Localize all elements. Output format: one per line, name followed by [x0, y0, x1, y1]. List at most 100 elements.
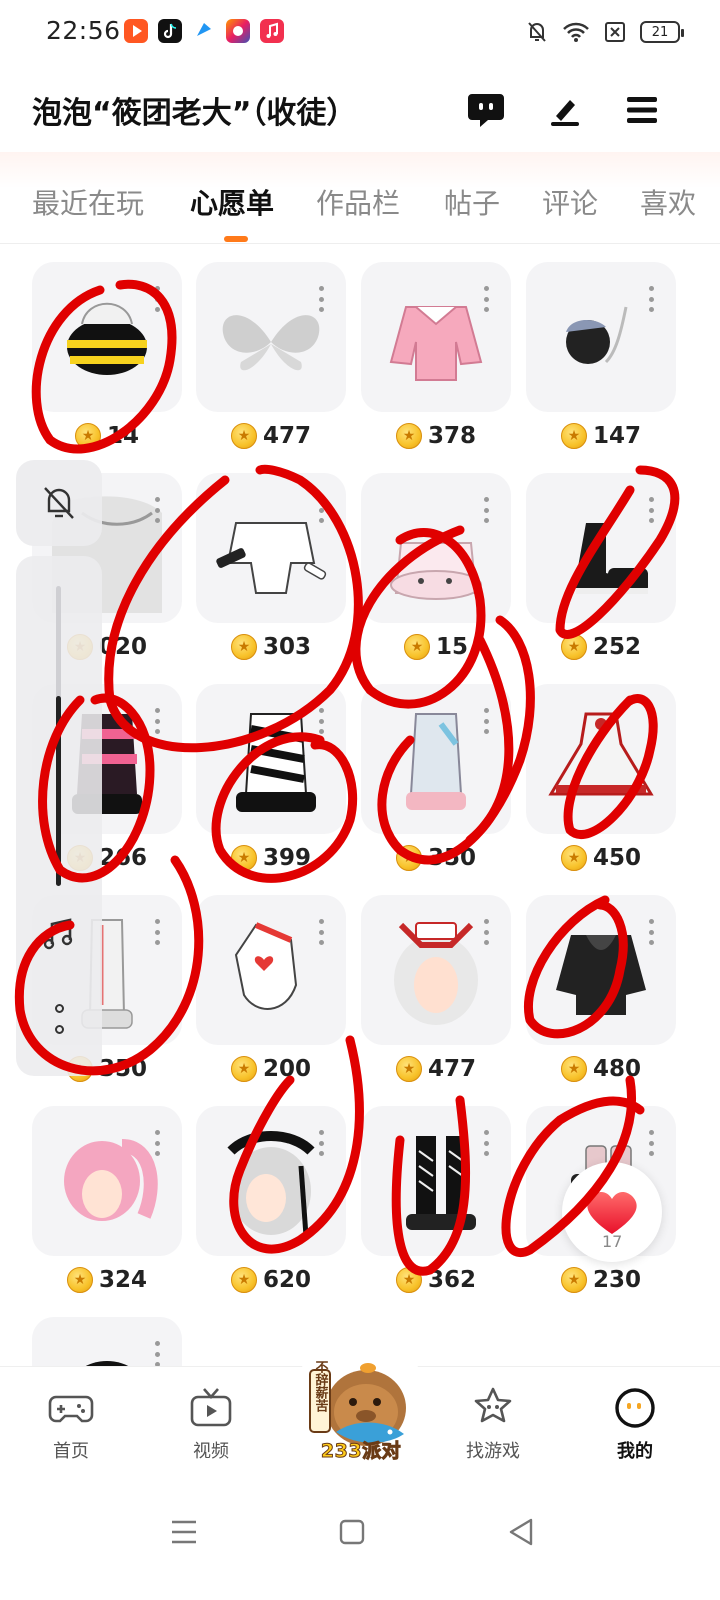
item-more-icon[interactable] — [648, 497, 654, 523]
coin-icon: ★ — [395, 423, 422, 449]
item-more-icon[interactable] — [483, 497, 489, 523]
more-options-icon[interactable] — [54, 1004, 64, 1034]
volume-slider[interactable] — [56, 586, 61, 886]
item-image — [394, 922, 478, 1025]
item-more-icon[interactable] — [154, 286, 160, 312]
wishlist-item-card[interactable] — [32, 262, 182, 412]
chat-button[interactable] — [464, 88, 508, 132]
item-price: ★ 480 — [526, 1053, 676, 1085]
tab-recently-played[interactable]: 最近在玩 — [32, 182, 144, 222]
wishlist-item-card[interactable] — [526, 262, 676, 412]
recent-apps-icon[interactable] — [162, 1510, 206, 1554]
battery-icon: 21 — [640, 21, 684, 43]
item-image — [67, 302, 147, 375]
item-image — [389, 306, 483, 381]
item-image — [406, 713, 466, 810]
wishlist-item-card[interactable] — [361, 895, 511, 1045]
tab-wishlist[interactable]: 心愿单 — [190, 182, 274, 222]
wishlist-item-card[interactable] — [361, 1106, 511, 1256]
item-price-value: 303 — [262, 634, 311, 660]
item-price: ★ 200 — [196, 1053, 346, 1085]
wishlist-item-card[interactable] — [32, 1106, 182, 1256]
item-price: ★ 14 — [32, 420, 182, 452]
item-image — [406, 1136, 476, 1230]
wishlist-item-card[interactable] — [196, 473, 346, 623]
nav-video[interactable]: 视频 — [166, 1385, 256, 1469]
wishlist-item-card[interactable] — [196, 262, 346, 412]
video-app-icon — [124, 19, 148, 43]
nav-home[interactable]: 首页 — [26, 1385, 116, 1469]
status-right: 21 — [526, 18, 684, 46]
app-icon — [192, 19, 216, 43]
wishlist-item-card[interactable] — [196, 1106, 346, 1256]
wishlist-item-card[interactable] — [32, 1317, 182, 1372]
wishlist-item-card[interactable] — [526, 684, 676, 834]
item-more-icon[interactable] — [154, 1130, 160, 1156]
tab-works[interactable]: 作品栏 — [316, 182, 400, 222]
coin-icon: ★ — [230, 634, 257, 660]
item-price-value: 350 — [427, 845, 476, 871]
mute-notification-button[interactable] — [16, 460, 102, 546]
item-more-icon[interactable] — [318, 1130, 324, 1156]
item-more-icon[interactable] — [648, 1130, 654, 1156]
item-more-icon[interactable] — [483, 1130, 489, 1156]
item-price-value: 200 — [262, 1056, 311, 1082]
item-price: ★ 362 — [361, 1264, 511, 1296]
item-more-icon[interactable] — [483, 286, 489, 312]
wishlist-item-card[interactable] — [526, 473, 676, 623]
gamepad-icon — [48, 1395, 94, 1423]
item-more-icon[interactable] — [318, 708, 324, 734]
item-more-icon[interactable] — [318, 919, 324, 945]
item-more-icon[interactable] — [483, 708, 489, 734]
item-more-icon[interactable] — [648, 708, 654, 734]
item-image — [216, 522, 327, 594]
wishlist-item-card[interactable] — [526, 895, 676, 1045]
tab-posts[interactable]: 帖子 — [444, 182, 500, 222]
item-more-icon[interactable] — [154, 919, 160, 945]
item-more-icon[interactable] — [154, 1341, 160, 1367]
item-image — [548, 712, 654, 796]
status-bar: 22:56 21 — [0, 0, 720, 64]
item-price: ★ 399 — [196, 842, 346, 874]
wishlist-item-card[interactable] — [361, 473, 511, 623]
edit-button[interactable] — [542, 88, 586, 132]
like-button[interactable]: 17 — [562, 1162, 662, 1262]
wishlist-item-card[interactable] — [361, 262, 511, 412]
wishlist-item-card[interactable] — [361, 684, 511, 834]
coin-icon: ★ — [560, 1267, 587, 1293]
item-more-icon[interactable] — [648, 286, 654, 312]
item-price-value: 378 — [427, 423, 476, 449]
profile-header: 泡泡“筱团老大”（收徒） — [0, 68, 720, 148]
coin-icon: ★ — [230, 845, 257, 871]
active-tab-indicator — [224, 236, 248, 242]
coin-icon: ★ — [560, 423, 587, 449]
back-icon[interactable] — [500, 1510, 544, 1554]
item-price-value: 147 — [592, 423, 641, 449]
item-more-icon[interactable] — [648, 919, 654, 945]
wishlist-item-card[interactable] — [196, 895, 346, 1045]
item-more-icon[interactable] — [154, 497, 160, 523]
tab-likes[interactable]: 喜欢 — [640, 182, 696, 222]
home-icon[interactable] — [330, 1510, 374, 1554]
nav-find-games[interactable]: 找游戏 — [448, 1385, 538, 1469]
item-price-value: 399 — [262, 845, 311, 871]
item-price-value: 450 — [592, 845, 641, 871]
menu-button[interactable] — [620, 88, 664, 132]
tv-icon — [190, 1388, 232, 1427]
item-price: ★ 477 — [196, 420, 346, 452]
nav-profile[interactable]: 我的 — [590, 1385, 680, 1469]
item-more-icon[interactable] — [318, 286, 324, 312]
mute-bell-icon — [528, 22, 546, 42]
tab-comments[interactable]: 评论 — [542, 182, 598, 222]
item-image — [236, 713, 316, 812]
item-image — [390, 542, 482, 600]
like-count: 17 — [602, 1232, 623, 1251]
item-price: ★ 230 — [526, 1264, 676, 1296]
music-note-icon[interactable] — [40, 914, 80, 954]
item-more-icon[interactable] — [318, 497, 324, 523]
wishlist-item-card[interactable] — [196, 684, 346, 834]
item-image — [222, 315, 320, 371]
item-price: ★ 303 — [196, 631, 346, 663]
item-more-icon[interactable] — [154, 708, 160, 734]
item-more-icon[interactable] — [483, 919, 489, 945]
